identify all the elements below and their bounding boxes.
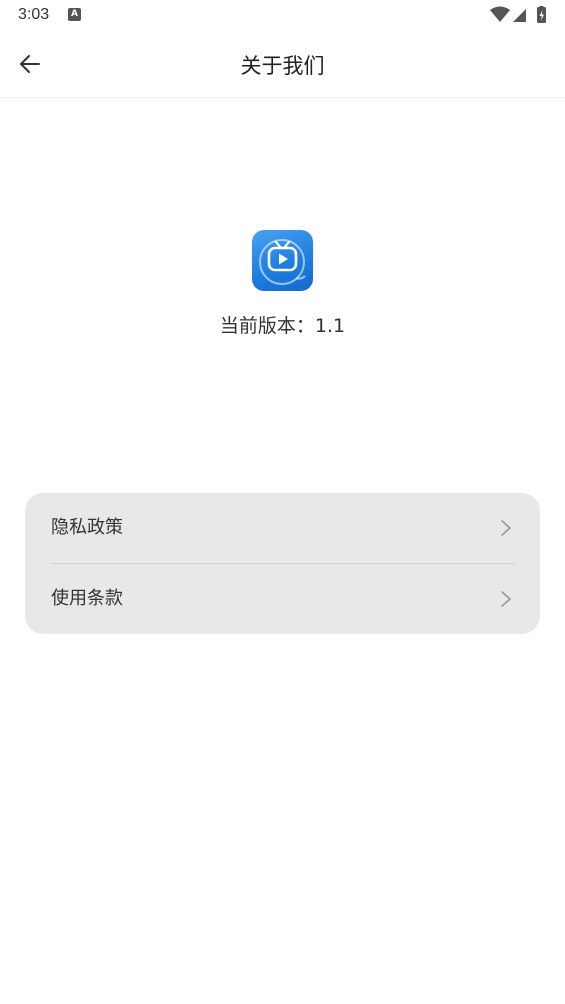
settings-menu-card: 隐私政策 使用条款 bbox=[25, 493, 540, 634]
battery-icon bbox=[537, 6, 546, 23]
wifi-icon bbox=[490, 6, 510, 22]
notification-icon-letter: A bbox=[71, 9, 78, 19]
menu-item-privacy-policy[interactable]: 隐私政策 bbox=[25, 493, 540, 563]
page-title: 关于我们 bbox=[240, 54, 325, 78]
menu-item-label: 使用条款 bbox=[51, 588, 123, 609]
tv-play-icon bbox=[259, 239, 306, 285]
status-indicators bbox=[490, 6, 548, 24]
version-value: 1.1 bbox=[314, 315, 346, 337]
app-logo bbox=[252, 230, 313, 291]
signal-icon bbox=[513, 9, 526, 22]
toolbar: 关于我们 bbox=[0, 30, 565, 98]
chevron-right-icon bbox=[501, 591, 511, 607]
version-label: 当前版本： bbox=[219, 315, 315, 337]
menu-item-terms-of-use[interactable]: 使用条款 bbox=[25, 564, 540, 634]
notification-icon: A bbox=[68, 8, 81, 21]
chevron-right-icon bbox=[501, 520, 511, 536]
menu-item-label: 隐私政策 bbox=[51, 517, 123, 538]
status-time: 3:03 bbox=[18, 6, 50, 23]
version-info: 当前版本：1.1 bbox=[0, 311, 565, 338]
status-bar: 3:03 A bbox=[0, 0, 565, 30]
